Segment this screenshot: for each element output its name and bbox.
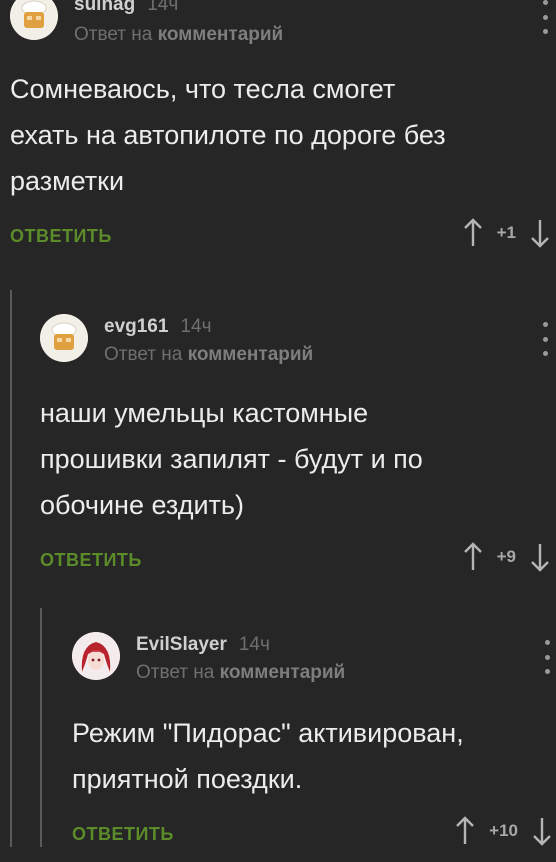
vote-controls: +9	[463, 542, 550, 572]
anime-girl-avatar-icon[interactable]	[72, 632, 120, 680]
arrow-down-icon[interactable]	[532, 816, 552, 846]
chef-hat-avatar-icon[interactable]	[10, 0, 58, 40]
vote-controls: +1	[463, 218, 550, 248]
kebab-menu-icon[interactable]	[542, 640, 552, 674]
username[interactable]: evg161	[104, 316, 168, 337]
comment-text: Сомневаюсь, что тесла смогет ехать на ав…	[10, 74, 446, 196]
reply-to-prefix: Ответ на	[104, 344, 183, 365]
comment-text: Режим "Пидорас" активирован, приятной по…	[72, 718, 464, 794]
arrow-down-icon[interactable]	[530, 218, 550, 248]
arrow-down-icon[interactable]	[530, 542, 550, 572]
comment-time: 14ч	[238, 634, 270, 655]
kebab-menu-icon[interactable]	[540, 322, 550, 356]
reply-to-link[interactable]: комментарий	[158, 24, 284, 45]
comment-footer: ОТВЕТИТЬ +9	[40, 538, 550, 588]
score: +10	[489, 821, 518, 840]
reply-to-prefix: Ответ на	[74, 24, 153, 45]
reply-to-link[interactable]: комментарий	[188, 344, 314, 365]
username-line: EvilSlayer 14ч	[136, 634, 270, 656]
chef-hat-avatar-icon[interactable]	[40, 314, 88, 362]
reply-to: Ответ на комментарий	[104, 344, 313, 366]
username-line: suinag 14ч	[74, 0, 178, 16]
comment-header: EvilSlayer 14ч Ответ на комментарий	[72, 618, 552, 683]
reply-button[interactable]: ОТВЕТИТЬ	[72, 824, 174, 845]
score: +1	[496, 223, 516, 242]
comment-footer: ОТВЕТИТЬ +1	[10, 214, 550, 264]
score: +9	[496, 547, 516, 566]
comment-header: evg161 14ч Ответ на комментарий	[40, 300, 550, 365]
comment-time: 14ч	[147, 0, 179, 15]
reply-button[interactable]: ОТВЕТИТЬ	[10, 226, 112, 247]
comment-footer: ОТВЕТИТЬ +10	[72, 812, 552, 862]
comment-text: наши умельцы кастомные прошивки запилят …	[40, 398, 423, 520]
thread-line	[40, 608, 42, 847]
reply-button[interactable]: ОТВЕТИТЬ	[40, 550, 142, 571]
arrow-up-icon[interactable]	[463, 218, 483, 248]
arrow-up-icon[interactable]	[463, 542, 483, 572]
username-line: evg161 14ч	[104, 316, 212, 338]
vote-controls: +10	[455, 816, 552, 846]
comment-header: suinag 14ч Ответ на комментарий	[10, 0, 550, 56]
comment-time: 14ч	[180, 316, 212, 337]
reply-to: Ответ на комментарий	[74, 24, 283, 46]
reply-to-link[interactable]: комментарий	[220, 662, 346, 683]
comment: suinag 14ч Ответ на комментарий Сомневаюс…	[10, 0, 550, 264]
thread-line	[10, 290, 12, 847]
kebab-menu-icon[interactable]	[540, 0, 550, 34]
arrow-up-icon[interactable]	[455, 816, 475, 846]
comment: evg161 14ч Ответ на комментарий наши умел…	[40, 300, 550, 588]
comment: EvilSlayer 14ч Ответ на комментарий Режим…	[72, 618, 552, 862]
username[interactable]: suinag	[74, 0, 135, 15]
reply-to: Ответ на комментарий	[136, 662, 345, 684]
reply-to-prefix: Ответ на	[136, 662, 215, 683]
username[interactable]: EvilSlayer	[136, 634, 227, 655]
